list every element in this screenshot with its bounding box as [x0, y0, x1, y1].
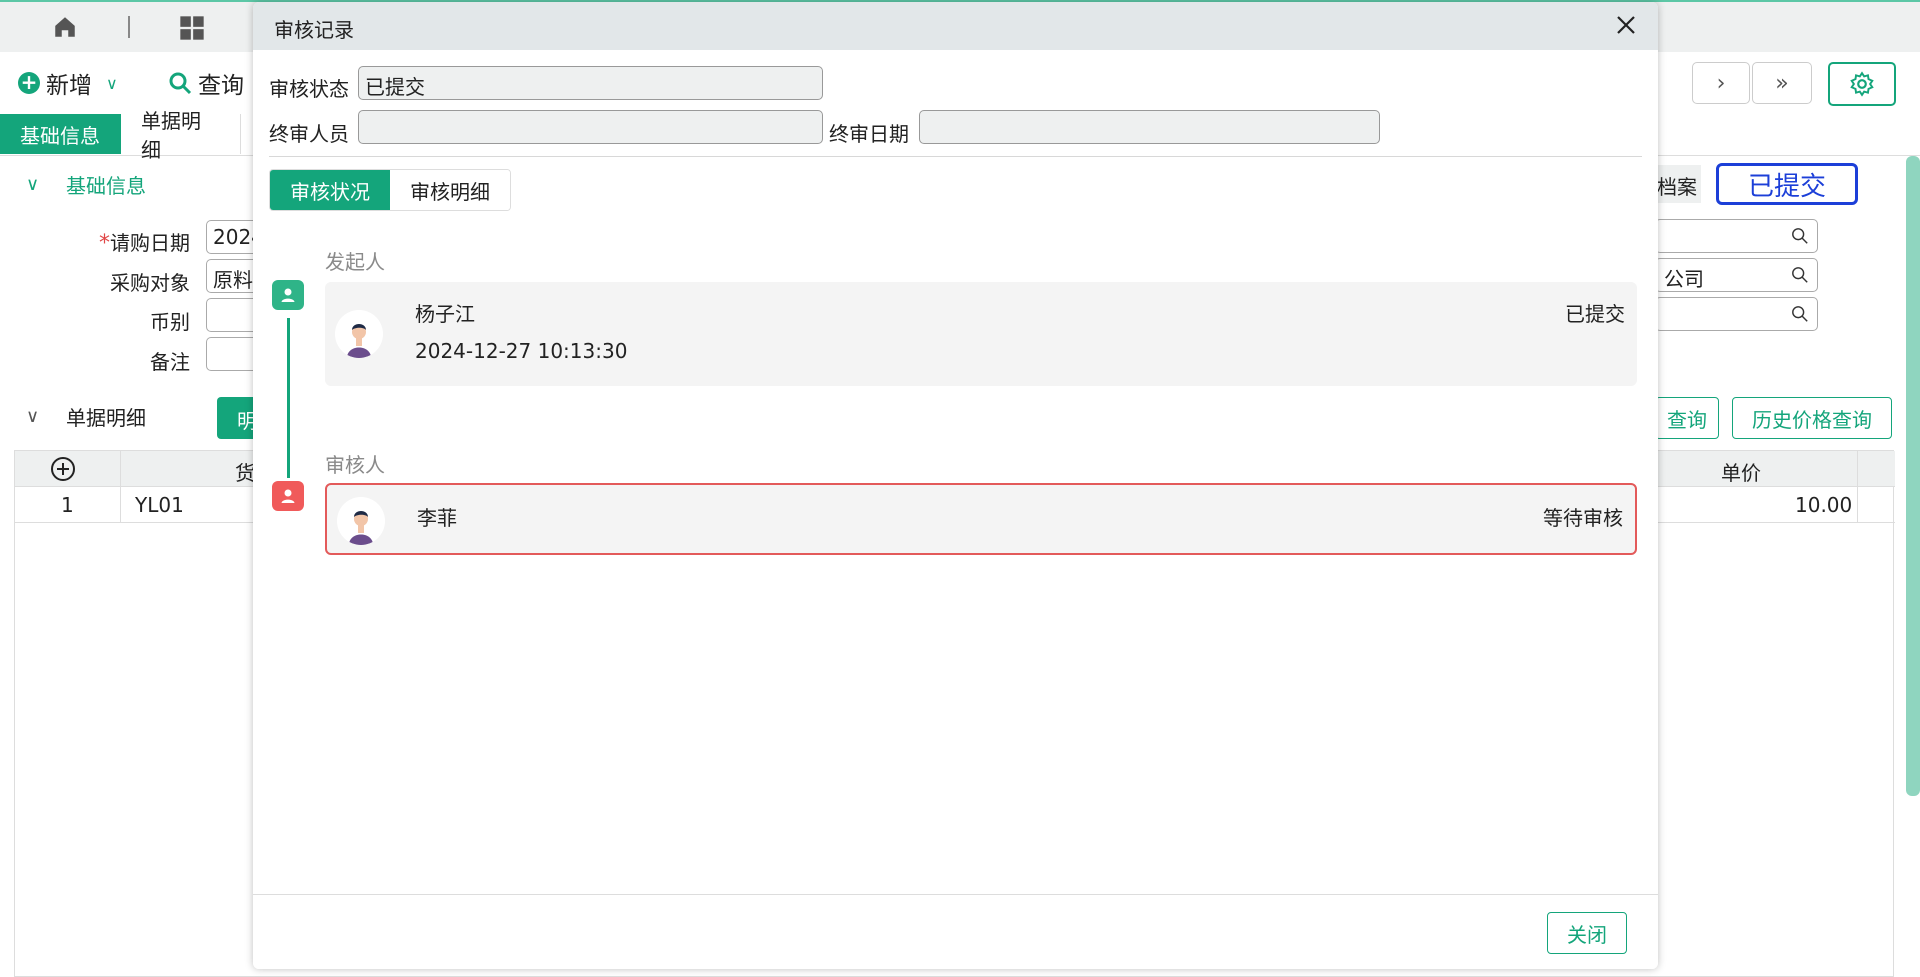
tab-basic-info[interactable]: 基础信息 — [0, 114, 121, 154]
remark-label: 备注 — [150, 350, 190, 374]
audit-record-dialog: 审核记录 审核状态 已提交 终审人员 终审日期 审核状况 审核明细 发起人 杨子… — [253, 2, 1658, 969]
query-button-label: 查询 — [198, 73, 244, 99]
row-number: 1 — [61, 493, 74, 517]
required-mark: * — [99, 231, 110, 256]
close-button[interactable]: 关闭 — [1547, 912, 1627, 954]
archive-button[interactable]: 档案 — [1655, 165, 1701, 203]
column-divider — [1857, 451, 1858, 523]
right-field-2-value: 公司 — [1664, 267, 1704, 291]
query-button[interactable]: 查询 — [168, 66, 244, 100]
reviewer-name: 李菲 — [417, 506, 457, 530]
final-date-field[interactable] — [919, 110, 1380, 144]
basic-section-title: 基础信息 — [66, 173, 146, 198]
plus-circle-icon: + — [18, 72, 40, 94]
tab-label: 基础信息 — [20, 123, 100, 148]
initiator-name: 杨子江 — [415, 302, 475, 326]
next-page-button[interactable]: › — [1692, 62, 1750, 104]
right-field-2[interactable]: 公司 — [1655, 258, 1818, 292]
detail-tab-button[interactable]: 明 — [217, 397, 257, 439]
chevron-down-icon[interactable]: ∨ — [106, 74, 118, 93]
tab-audit-status[interactable]: 审核状况 — [270, 170, 390, 210]
dialog-tabs: 审核状况 审核明细 — [269, 169, 511, 211]
right-field-1[interactable] — [1655, 219, 1818, 253]
target-label: 采购对象 — [110, 271, 190, 295]
tab-label: 审核状况 — [290, 179, 370, 204]
row-code: YL01 — [135, 493, 184, 517]
reviewer-role-label: 审核人 — [325, 453, 385, 477]
reviewer-card: 李菲 等待审核 — [325, 483, 1637, 555]
new-button-label: 新增 — [46, 73, 92, 99]
tab-order-details[interactable]: 单据明细 — [121, 109, 241, 162]
timeline-connector — [287, 318, 290, 478]
new-button[interactable]: + 新增 ∨ — [18, 66, 118, 100]
avatar — [337, 497, 385, 545]
search-icon — [169, 72, 192, 95]
nav-separator — [128, 16, 130, 38]
chevron-down-icon[interactable]: ∨ — [26, 406, 39, 427]
column-divider — [120, 451, 121, 487]
tab-label: 审核明细 — [410, 179, 490, 204]
search-icon[interactable] — [1791, 305, 1809, 323]
column-divider — [120, 487, 121, 523]
add-row-icon[interactable] — [50, 456, 76, 482]
initiator-role-label: 发起人 — [325, 250, 385, 274]
double-chevron-right-icon: » — [1775, 70, 1789, 96]
dialog-title: 审核记录 — [274, 18, 354, 42]
status-badge: 已提交 — [1716, 163, 1858, 205]
close-icon[interactable] — [1613, 12, 1639, 38]
search-icon[interactable] — [1791, 227, 1809, 245]
chevron-down-icon[interactable]: ∨ — [26, 174, 39, 195]
final-date-label: 终审日期 — [829, 122, 909, 146]
history-price-button[interactable]: 历史价格查询 — [1732, 397, 1892, 439]
avatar — [335, 310, 383, 358]
dialog-divider — [269, 156, 1642, 157]
search-icon[interactable] — [1791, 266, 1809, 284]
row-price: 10.00 — [1795, 493, 1853, 517]
initiator-user-icon — [272, 280, 304, 310]
initiator-status: 已提交 — [1565, 302, 1625, 326]
tab-audit-details[interactable]: 审核明细 — [390, 170, 510, 210]
last-page-button[interactable]: » — [1752, 62, 1812, 104]
reviewer-user-icon — [272, 481, 304, 511]
apps-grid-icon[interactable] — [178, 14, 206, 42]
date-label-text: 请购日期 — [110, 231, 190, 255]
reviewer-status: 等待审核 — [1543, 506, 1623, 530]
final-person-field[interactable] — [358, 110, 823, 144]
column-header-price: 单价 — [1721, 461, 1761, 485]
vertical-scrollbar[interactable] — [1906, 156, 1920, 796]
initiator-time: 2024-12-27 10:13:30 — [415, 339, 628, 363]
gear-icon — [1850, 71, 1874, 97]
dialog-footer: 关闭 — [253, 894, 1658, 969]
column-header-goods: 货 — [235, 461, 255, 485]
tab-label: 单据明细 — [141, 109, 201, 162]
dialog-header: 审核记录 — [253, 2, 1658, 50]
right-field-3[interactable] — [1655, 297, 1818, 331]
home-icon[interactable] — [52, 14, 78, 40]
date-label: *请购日期 — [70, 227, 190, 256]
initiator-card: 杨子江 已提交 2024-12-27 10:13:30 — [325, 282, 1637, 386]
chevron-right-icon: › — [1716, 70, 1726, 96]
final-person-label: 终审人员 — [269, 122, 349, 146]
currency-label: 币别 — [150, 310, 190, 334]
audit-status-field[interactable]: 已提交 — [358, 66, 823, 100]
settings-button[interactable] — [1828, 62, 1896, 106]
detail-section-title: 单据明细 — [66, 405, 146, 430]
detail-query-button[interactable]: 查询 — [1655, 397, 1719, 439]
audit-status-label: 审核状态 — [269, 77, 349, 101]
